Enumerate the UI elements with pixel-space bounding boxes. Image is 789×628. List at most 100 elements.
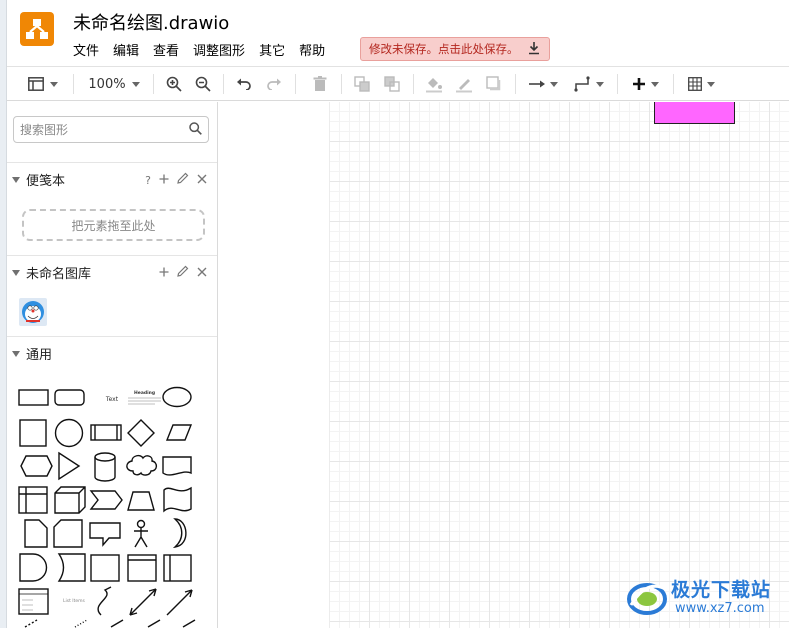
zoom-dropdown[interactable]: 100% bbox=[85, 73, 143, 95]
zoom-in-icon bbox=[166, 76, 182, 92]
fill-color-button[interactable] bbox=[423, 73, 445, 95]
search-input[interactable] bbox=[20, 122, 189, 137]
edit-pencil-icon[interactable] bbox=[177, 172, 189, 188]
rectangle-shape[interactable] bbox=[18, 389, 49, 406]
container-shape[interactable] bbox=[18, 486, 48, 514]
arrow-shape[interactable] bbox=[166, 589, 193, 616]
card-shape[interactable] bbox=[53, 519, 83, 548]
library-image-thumbnail[interactable] bbox=[19, 298, 47, 326]
general-shapes-header[interactable]: 通用 bbox=[7, 336, 217, 370]
chevron-down-icon bbox=[50, 81, 58, 87]
unsaved-changes-button[interactable]: 修改未保存。点击此处保存。 bbox=[360, 37, 550, 61]
connector-shape[interactable] bbox=[182, 619, 196, 628]
close-icon[interactable] bbox=[197, 173, 207, 188]
library-title: 未命名图库 bbox=[26, 267, 92, 282]
collapse-triangle-icon bbox=[12, 269, 20, 276]
actor-shape[interactable] bbox=[134, 519, 148, 548]
menu-help[interactable]: 帮助 bbox=[299, 40, 325, 59]
table-button[interactable] bbox=[683, 73, 719, 95]
search-icon[interactable] bbox=[189, 120, 202, 139]
triangle-shape[interactable] bbox=[58, 451, 81, 481]
diamond-shape[interactable] bbox=[127, 419, 155, 447]
step-shape[interactable] bbox=[89, 490, 123, 510]
dotted-line-shape[interactable] bbox=[74, 619, 88, 628]
chevron-down-icon bbox=[596, 81, 604, 87]
textbox-shape[interactable]: Heading bbox=[128, 390, 161, 405]
zoom-level: 100% bbox=[88, 76, 126, 92]
connection-style-button[interactable] bbox=[525, 73, 561, 95]
add-icon[interactable] bbox=[159, 173, 169, 188]
to-back-button[interactable] bbox=[381, 73, 403, 95]
bidirectional-arrow-shape[interactable] bbox=[129, 588, 157, 616]
close-icon[interactable] bbox=[197, 266, 207, 281]
waypoints-button[interactable] bbox=[571, 73, 607, 95]
data-storage-shape[interactable] bbox=[57, 553, 86, 582]
delete-button[interactable] bbox=[309, 73, 331, 95]
frame-shape[interactable] bbox=[90, 554, 120, 582]
redo-button[interactable] bbox=[263, 73, 285, 95]
insert-button[interactable] bbox=[627, 73, 663, 95]
shapes-sidebar: 便笺本 ? 把元素拖至此处 未命名图库 通用 bbox=[7, 102, 218, 628]
or-shape[interactable] bbox=[172, 518, 187, 548]
layout-menu-button[interactable] bbox=[25, 73, 61, 95]
add-icon[interactable] bbox=[159, 266, 169, 281]
list-item-shape[interactable]: List Items bbox=[63, 598, 86, 604]
process-shape[interactable] bbox=[90, 424, 122, 441]
document-shape[interactable] bbox=[162, 456, 192, 476]
delay-shape[interactable] bbox=[19, 553, 48, 582]
toolbar-divider bbox=[223, 74, 224, 94]
menu-arrange[interactable]: 调整图形 bbox=[193, 40, 245, 59]
library-actions bbox=[159, 256, 207, 290]
delete-icon bbox=[313, 76, 327, 92]
diagram-canvas[interactable] bbox=[329, 102, 789, 628]
pink-rectangle-shape[interactable] bbox=[654, 102, 735, 124]
text-shape[interactable]: Text bbox=[105, 396, 119, 403]
edit-pencil-icon[interactable] bbox=[177, 265, 189, 281]
dashed-line-shape[interactable] bbox=[24, 619, 38, 628]
parallelogram-shape[interactable] bbox=[165, 424, 193, 441]
site-watermark: 极光下载站 www.xz7.com bbox=[625, 573, 785, 623]
waypoints-icon bbox=[574, 76, 592, 92]
tape-shape[interactable] bbox=[163, 486, 192, 513]
line-shape[interactable] bbox=[110, 619, 124, 628]
document-title[interactable]: 未命名绘图.drawio bbox=[73, 9, 229, 35]
redo-icon bbox=[266, 78, 282, 90]
list-shape[interactable] bbox=[18, 588, 49, 615]
cylinder-shape[interactable] bbox=[94, 452, 116, 482]
circle-shape[interactable] bbox=[54, 418, 84, 448]
menu-edit[interactable]: 编辑 bbox=[113, 40, 139, 59]
toolbar-divider bbox=[673, 74, 674, 94]
menu-view[interactable]: 查看 bbox=[153, 40, 179, 59]
square-shape[interactable] bbox=[19, 419, 47, 447]
trapezoid-shape[interactable] bbox=[127, 491, 155, 511]
hexagon-shape[interactable] bbox=[20, 455, 53, 477]
scratchpad-header[interactable]: 便笺本 ? bbox=[7, 162, 217, 196]
library-header[interactable]: 未命名图库 bbox=[7, 255, 217, 289]
scratchpad-drop-zone[interactable]: 把元素拖至此处 bbox=[22, 209, 205, 241]
chevron-down-icon bbox=[650, 81, 659, 87]
zoom-out-button[interactable] bbox=[192, 73, 214, 95]
line-color-button[interactable] bbox=[453, 73, 475, 95]
canvas-margin[interactable] bbox=[219, 102, 329, 628]
menu-extras[interactable]: 其它 bbox=[259, 40, 285, 59]
callout-shape[interactable] bbox=[89, 522, 121, 547]
ellipse-shape[interactable] bbox=[162, 386, 192, 408]
link-shape[interactable] bbox=[147, 619, 161, 628]
help-icon[interactable]: ? bbox=[145, 174, 151, 187]
shadow-button[interactable] bbox=[483, 73, 505, 95]
to-front-button[interactable] bbox=[351, 73, 373, 95]
undo-button[interactable] bbox=[233, 73, 255, 95]
zoom-in-button[interactable] bbox=[163, 73, 185, 95]
menu-file[interactable]: 文件 bbox=[73, 40, 99, 59]
shadow-icon bbox=[486, 76, 502, 92]
chevron-down-icon bbox=[131, 81, 140, 87]
note-shape[interactable] bbox=[24, 519, 48, 548]
insert-icon bbox=[632, 77, 646, 91]
cube-shape[interactable] bbox=[54, 486, 86, 514]
rounded-rectangle-shape[interactable] bbox=[54, 389, 85, 406]
swimlane-shape[interactable] bbox=[127, 554, 157, 582]
to-back-icon bbox=[384, 76, 400, 92]
curve-shape[interactable] bbox=[97, 586, 112, 616]
vertical-container-shape[interactable] bbox=[163, 554, 192, 582]
cloud-shape[interactable] bbox=[126, 454, 158, 476]
